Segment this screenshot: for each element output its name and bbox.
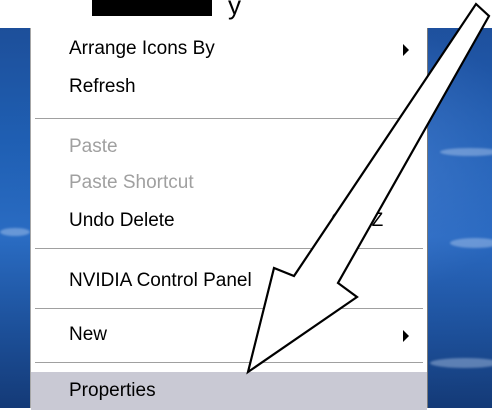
cropped-caption-text: y [228, 0, 242, 20]
menu-item-label: NVIDIA Control Panel [69, 270, 252, 291]
wallpaper-highlight [440, 148, 492, 156]
menu-item-label: Paste [69, 136, 118, 157]
wallpaper-highlight [430, 358, 492, 368]
menu-item-label: Properties [69, 380, 156, 401]
chevron-right-icon [403, 330, 409, 342]
menu-item-nvidia-control-panel[interactable]: NVIDIA Control Panel [31, 262, 427, 300]
menu-item-label: Undo Delete [69, 210, 175, 231]
menu-item-paste[interactable]: Paste [31, 128, 427, 166]
menu-item-label: New [69, 324, 108, 345]
menu-item-shortcut: Ctrl+Z [331, 210, 384, 231]
menu-item-label: Paste Shortcut [69, 172, 194, 193]
menu-separator [35, 362, 423, 364]
redaction-box [92, 0, 212, 16]
menu-separator [35, 118, 423, 120]
wallpaper-highlight [0, 228, 30, 236]
wallpaper-highlight [450, 238, 492, 248]
menu-item-label: Arrange Icons By [69, 38, 215, 59]
menu-item-refresh[interactable]: Refresh [31, 68, 427, 106]
menu-item-properties[interactable]: Properties [31, 372, 427, 410]
menu-item-paste-shortcut[interactable]: Paste Shortcut [31, 164, 427, 202]
menu-item-new[interactable]: New [31, 316, 427, 354]
chevron-right-icon [403, 44, 409, 56]
menu-item-arrange-icons-by[interactable]: Arrange Icons By [31, 30, 427, 68]
menu-item-label: Refresh [69, 76, 136, 97]
menu-separator [35, 248, 423, 250]
menu-separator [35, 308, 423, 310]
menu-item-undo-delete[interactable]: Undo Delete Ctrl+Z [31, 202, 427, 240]
desktop-context-menu: Arrange Icons By Refresh Paste Paste Sho… [30, 28, 428, 410]
